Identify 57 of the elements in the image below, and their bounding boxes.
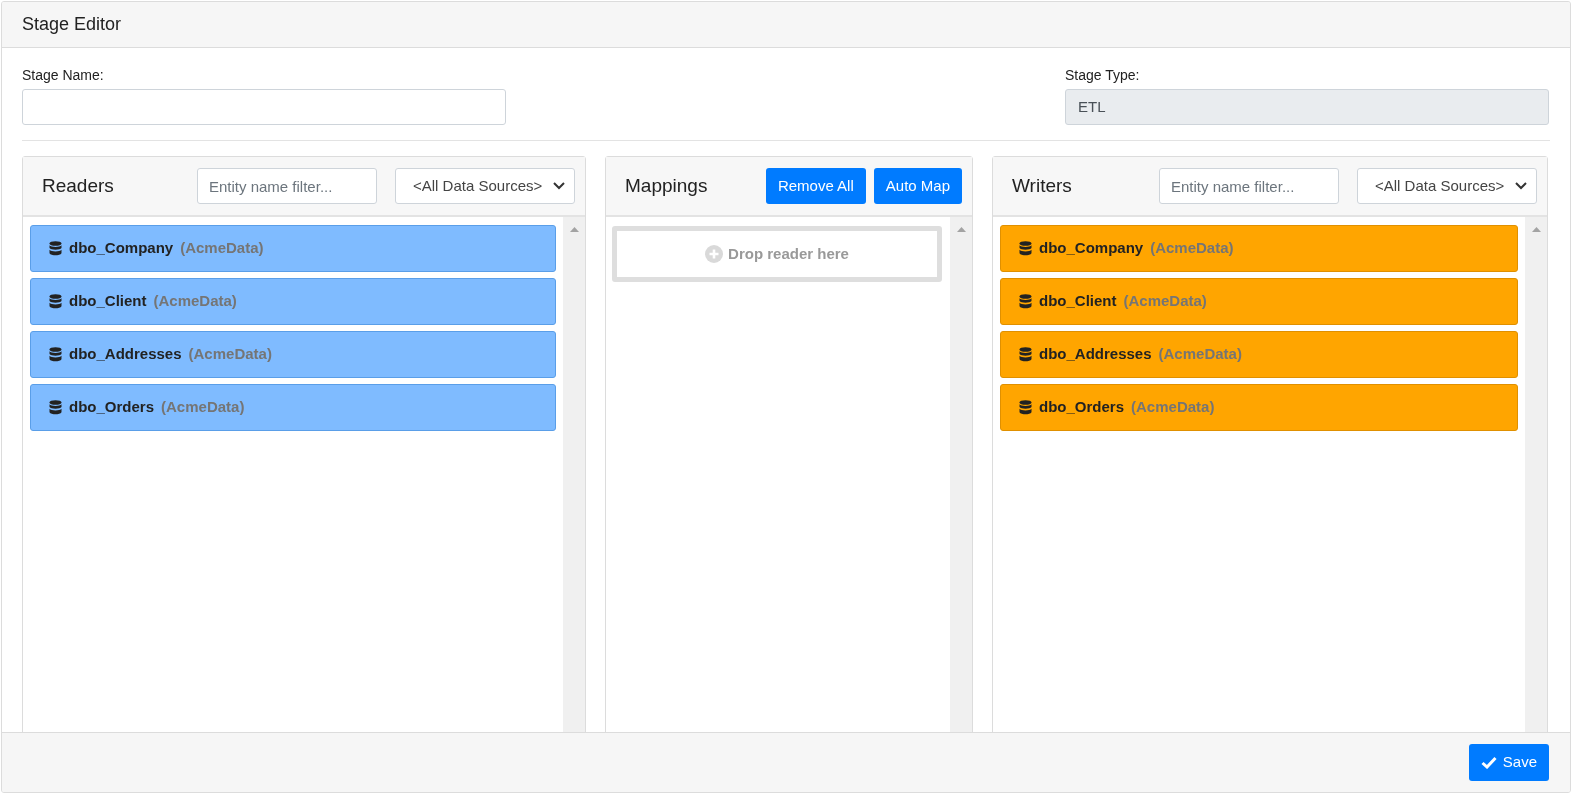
entity-item[interactable]: dbo_Company (AcmeData) (30, 225, 556, 272)
action-button[interactable]: Auto Map (873, 168, 962, 204)
entity-source: (AcmeData) (180, 238, 264, 259)
database-icon (1019, 294, 1032, 309)
database-icon (49, 294, 62, 309)
field-label: Stage Name: (22, 66, 105, 85)
panel-title: Readers (42, 173, 114, 198)
entity-source: (AcmeData) (161, 397, 245, 418)
drop-zone-label: Drop reader here (728, 243, 849, 264)
data-source-dropdown[interactable]: <All Data Sources> (1357, 168, 1537, 204)
plus-circle-icon (705, 245, 724, 263)
window-title: Stage Editor (22, 13, 122, 36)
entity-item[interactable]: dbo_Client (AcmeData) (30, 278, 556, 325)
scroll-up-arrow-icon[interactable] (569, 227, 579, 232)
field-label: Stage Type: (1065, 66, 1141, 85)
scroll-up-arrow-icon[interactable] (956, 227, 966, 232)
chevron-down-icon (1515, 182, 1527, 190)
entity-name: dbo_Orders (1039, 397, 1125, 418)
entity-item[interactable]: dbo_Orders (AcmeData) (1000, 384, 1518, 431)
database-icon (1019, 241, 1032, 256)
scrollbar[interactable] (563, 217, 585, 732)
entity-item[interactable]: dbo_Client (AcmeData) (1000, 278, 1518, 325)
entity-source: (AcmeData) (1158, 344, 1242, 365)
database-icon (1019, 400, 1032, 415)
entity-item[interactable]: dbo_Company (AcmeData) (1000, 225, 1518, 272)
entity-name: dbo_Company (1039, 238, 1144, 259)
database-icon (49, 347, 62, 362)
scrollbar[interactable] (1525, 217, 1547, 732)
entity-source: (AcmeData) (153, 291, 237, 312)
database-icon (49, 400, 62, 415)
entity-filter-field[interactable]: Entity name filter... (197, 168, 377, 204)
save-button[interactable]: Save (1468, 744, 1549, 781)
stage-name-field[interactable] (22, 89, 506, 125)
entity-filter-field[interactable]: Entity name filter... (1159, 168, 1339, 204)
entity-source: (AcmeData) (1150, 238, 1234, 259)
entity-item[interactable]: dbo_Addresses (AcmeData) (30, 331, 556, 378)
database-icon (49, 241, 62, 256)
entity-source: (AcmeData) (1123, 291, 1207, 312)
database-icon (1019, 347, 1032, 362)
entity-name: dbo_Orders (69, 397, 155, 418)
panel-title: Mappings (625, 173, 708, 198)
entity-name: dbo_Client (69, 291, 147, 312)
scrollbar[interactable] (950, 217, 972, 732)
scroll-up-arrow-icon[interactable] (1531, 227, 1541, 232)
entity-name: dbo_Addresses (1039, 344, 1152, 365)
panel-title: Writers (1012, 173, 1072, 198)
entity-name: dbo_Company (69, 238, 174, 259)
action-button[interactable]: Remove All (765, 168, 866, 204)
data-source-dropdown[interactable]: <All Data Sources> (395, 168, 575, 204)
entity-name: dbo_Addresses (69, 344, 182, 365)
entity-source: (AcmeData) (1131, 397, 1215, 418)
entity-item[interactable]: dbo_Addresses (AcmeData) (1000, 331, 1518, 378)
entity-source: (AcmeData) (188, 344, 272, 365)
entity-item[interactable]: dbo_Orders (AcmeData) (30, 384, 556, 431)
entity-name: dbo_Client (1039, 291, 1117, 312)
checkmark-icon (1480, 756, 1497, 769)
chevron-down-icon (553, 182, 565, 190)
